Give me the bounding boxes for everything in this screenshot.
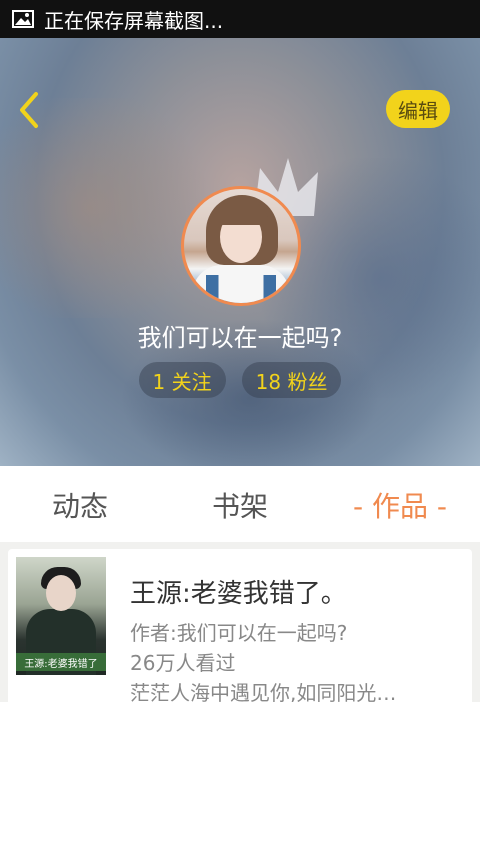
username: 我们可以在一起吗? bbox=[137, 324, 343, 352]
status-bar: 正在保存屏幕截图... bbox=[0, 0, 480, 38]
following-count[interactable]: 1 关注 bbox=[138, 362, 226, 398]
work-author: 作者:我们可以在一起吗? bbox=[130, 621, 348, 645]
cover-caption: 王源:老婆我错了 bbox=[16, 653, 106, 671]
back-icon[interactable] bbox=[14, 90, 44, 130]
tab-bar: 动态 书架 - 作品 - bbox=[0, 468, 480, 542]
book-cover: 王源:老婆我错了 bbox=[16, 557, 106, 675]
tab-bookshelf[interactable]: 书架 bbox=[160, 485, 320, 525]
work-title: 王源:老婆我错了。 bbox=[130, 579, 347, 609]
list-item[interactable]: 王源:老婆我错了 王源:老婆我错了。 作者:我们可以在一起吗? 26万人看过 茫… bbox=[8, 549, 472, 709]
stats-row: 1 关注 18 粉丝 bbox=[0, 362, 480, 398]
profile-header: 编辑 我们可以在一起吗? 1 关注 18 粉丝 bbox=[0, 38, 480, 466]
empty-area bbox=[0, 702, 480, 854]
tab-works[interactable]: - 作品 - bbox=[320, 485, 480, 525]
image-icon bbox=[12, 10, 34, 28]
avatar[interactable] bbox=[181, 186, 301, 306]
status-text: 正在保存屏幕截图... bbox=[44, 8, 224, 33]
work-views: 26万人看过 bbox=[130, 651, 236, 675]
edit-button[interactable]: 编辑 bbox=[386, 90, 450, 128]
tab-dash-left: - bbox=[352, 490, 372, 523]
tab-dash-right: - bbox=[428, 490, 448, 523]
followers-count[interactable]: 18 粉丝 bbox=[241, 362, 342, 398]
tab-activity[interactable]: 动态 bbox=[0, 485, 160, 525]
